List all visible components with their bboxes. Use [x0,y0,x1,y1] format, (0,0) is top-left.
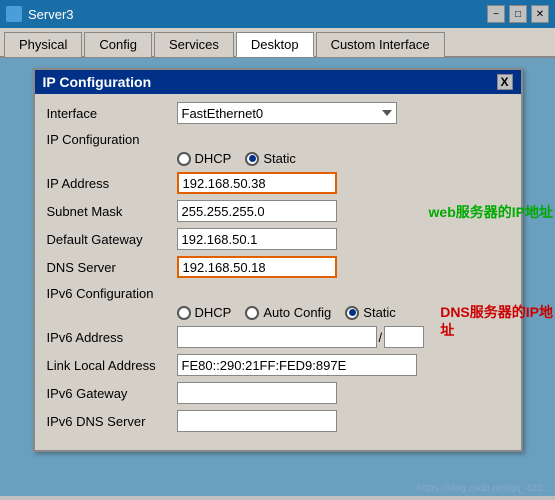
watermark: https://blog.csdn.net/qq_432... [417,483,551,494]
maximize-button[interactable]: □ [509,5,527,23]
dns-server-input[interactable] [177,256,337,278]
static-radio[interactable]: Static [245,151,296,166]
ip-configuration-dialog: IP Configuration X Interface FastEtherne… [33,68,523,452]
ip-address-input[interactable] [177,172,337,194]
ipv6-gateway-label: IPv6 Gateway [47,386,177,401]
ipv6-static-radio[interactable]: Static [345,305,396,320]
minimize-button[interactable]: − [487,5,505,23]
ip-config-section-header: IP Configuration [47,132,509,147]
ipv6-dns-input[interactable] [177,410,337,432]
default-gateway-row: Default Gateway [47,228,509,250]
dns-annotation: DNS服务器的IP地址 [440,303,553,339]
ipv6-gateway-row: IPv6 Gateway [47,382,509,404]
ipv6-dhcp-label: DHCP [195,305,232,320]
tab-services[interactable]: Services [154,32,234,57]
ipv6-dns-row: IPv6 DNS Server [47,410,509,432]
tab-bar: Physical Config Services Desktop Custom … [0,28,555,58]
link-local-row: Link Local Address [47,354,509,376]
ipv6-mode-row: DHCP Auto Config Static [47,305,509,320]
dialog-title-text: IP Configuration [43,74,152,90]
ip-address-row: IP Address [47,172,509,194]
ipv6-static-radio-circle [345,306,359,320]
tab-custom-interface[interactable]: Custom Interface [316,32,445,57]
dhcp-radio-label: DHCP [195,151,232,166]
server-icon [6,6,22,22]
slash-divider: / [379,330,383,345]
subnet-mask-label: Subnet Mask [47,204,177,219]
ipv6-dhcp-radio-circle [177,306,191,320]
dialog-close-button[interactable]: X [497,74,513,90]
window-title: Server3 [28,7,74,22]
ipv6-address-input[interactable] [177,326,377,348]
ipv6-auto-radio-circle [245,306,259,320]
interface-row: Interface FastEthernet0 [47,102,509,124]
dialog-body: Interface FastEthernet0 IP Configuration… [35,94,521,450]
tab-config[interactable]: Config [84,32,152,57]
default-gateway-input[interactable] [177,228,337,250]
interface-select[interactable]: FastEthernet0 [177,102,397,124]
link-local-input[interactable] [177,354,417,376]
ip-mode-row: DHCP Static [47,151,509,166]
dhcp-radio-circle [177,152,191,166]
dns-server-row: DNS Server [47,256,509,278]
tab-desktop[interactable]: Desktop [236,32,314,57]
dhcp-radio[interactable]: DHCP [177,151,232,166]
subnet-mask-input[interactable] [177,200,337,222]
dialog-title-bar: IP Configuration X [35,70,521,94]
title-bar-left: Server3 [6,6,74,22]
ipv6-static-label: Static [363,305,396,320]
close-button[interactable]: ✕ [531,5,549,23]
ipv6-address-label: IPv6 Address [47,330,177,345]
ipv6-dhcp-radio[interactable]: DHCP [177,305,232,320]
static-radio-label: Static [263,151,296,166]
ipv6-prefix-input[interactable] [384,326,424,348]
link-local-label: Link Local Address [47,358,177,373]
ip-mode-radio-group: DHCP Static [177,151,296,166]
title-bar-controls: − □ ✕ [487,5,549,23]
ipv6-gateway-input[interactable] [177,382,337,404]
tab-physical[interactable]: Physical [4,32,82,57]
static-radio-circle [245,152,259,166]
ip-address-label: IP Address [47,176,177,191]
dns-server-label: DNS Server [47,260,177,275]
title-bar: Server3 − □ ✕ [0,0,555,28]
default-gateway-label: Default Gateway [47,232,177,247]
ipv6-config-section-header: IPv6 Configuration [47,286,509,301]
ipv6-address-row: IPv6 Address / [47,326,509,348]
ipv6-auto-label: Auto Config [263,305,331,320]
main-content: IP Configuration X Interface FastEtherne… [0,58,555,496]
web-annotation: web服务器的IP地址 [429,203,553,221]
interface-label: Interface [47,106,177,121]
ipv6-auto-radio[interactable]: Auto Config [245,305,331,320]
ipv6-dns-label: IPv6 DNS Server [47,414,177,429]
ipv6-mode-radio-group: DHCP Auto Config Static [177,305,396,320]
